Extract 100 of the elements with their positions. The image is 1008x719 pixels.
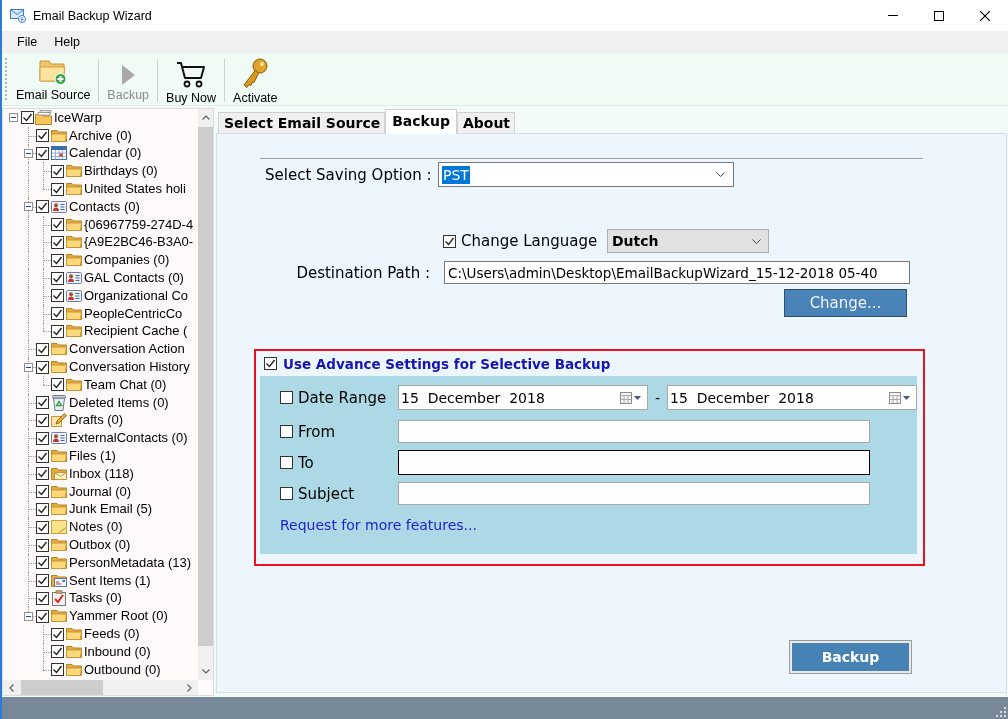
checkbox[interactable] <box>36 502 49 516</box>
scroll-left-icon[interactable] <box>9 683 14 692</box>
dropdown-caret-icon[interactable] <box>634 395 641 400</box>
toolbar-button[interactable]: Activate <box>229 53 282 106</box>
input-field[interactable] <box>398 482 870 505</box>
tree-item[interactable]: United States holi <box>84 181 186 198</box>
input-field[interactable] <box>398 420 870 443</box>
tree-item[interactable]: Feeds (0) <box>84 626 140 642</box>
tree-item[interactable]: Organizational Co <box>84 287 189 304</box>
tree-item[interactable]: Files (1) <box>69 448 116 465</box>
input-field[interactable] <box>398 450 870 475</box>
collapse-icon[interactable] <box>24 362 33 372</box>
checkbox[interactable] <box>51 627 64 641</box>
tab[interactable]: Backup <box>385 109 457 134</box>
checkbox[interactable] <box>36 556 49 570</box>
checkbox[interactable] <box>36 520 49 534</box>
scrollbar-thumb[interactable] <box>21 680 103 695</box>
checkbox[interactable] <box>51 663 64 677</box>
checkbox[interactable] <box>36 609 49 623</box>
tree-item[interactable]: Conversation Action <box>69 341 185 358</box>
checkbox[interactable] <box>280 487 293 500</box>
tree-item[interactable]: Contacts (0) <box>69 198 140 215</box>
menu-item[interactable]: Help <box>47 33 87 51</box>
checkbox[interactable] <box>51 324 64 338</box>
destination-path-field[interactable]: C:\Users\admin\Desktop\EmailBackupWizard_15-12-2018 05-40 <box>444 261 910 284</box>
toolbar-button[interactable]: Buy Now <box>162 53 221 106</box>
checkbox[interactable] <box>36 485 49 499</box>
checkbox[interactable] <box>51 182 64 196</box>
checkbox[interactable] <box>36 449 49 463</box>
checkbox[interactable] <box>51 164 64 178</box>
checkbox[interactable] <box>36 591 49 605</box>
tree-item[interactable]: GAL Contacts (0) <box>84 270 184 287</box>
checkbox[interactable] <box>51 645 64 659</box>
horizontal-scrollbar[interactable] <box>3 680 198 695</box>
checkbox[interactable] <box>51 289 64 303</box>
checkbox[interactable] <box>36 396 49 410</box>
tree-item[interactable]: PeopleCentricCo <box>84 305 183 322</box>
tree-item[interactable]: Calendar (0) <box>69 145 142 162</box>
resize-grip-icon[interactable] <box>996 707 1006 717</box>
tree-item[interactable]: Deleted Items (0) <box>69 394 169 411</box>
checkbox[interactable] <box>36 538 49 552</box>
scroll-up-icon[interactable] <box>201 115 210 120</box>
tree-item[interactable]: Conversation History <box>69 359 190 376</box>
toolbar-button[interactable]: Email Source <box>12 53 95 103</box>
date-picker[interactable]: 15 December 2018 <box>667 385 917 410</box>
saving-option-dropdown[interactable]: PST <box>438 162 734 187</box>
checkbox[interactable] <box>36 574 49 588</box>
tree-item[interactable]: ExternalContacts (0) <box>69 430 188 447</box>
collapse-icon[interactable] <box>24 149 33 158</box>
collapse-icon[interactable] <box>9 113 18 123</box>
tree-item[interactable]: Yammer Root (0) <box>69 608 168 625</box>
menu-item[interactable]: File <box>10 33 45 51</box>
tree-item[interactable]: Outbox (0) <box>69 537 131 553</box>
checkbox[interactable] <box>36 360 49 374</box>
checkbox[interactable] <box>280 391 293 404</box>
tree-item[interactable]: {A9E2BC46-B3A0- <box>84 234 194 251</box>
tab[interactable]: About <box>456 112 516 133</box>
tree-item[interactable]: Tasks (0) <box>69 590 122 607</box>
checkbox[interactable] <box>51 378 64 392</box>
tree-item[interactable]: {06967759-274D-4 <box>84 216 194 233</box>
tree-item[interactable]: Inbound (0) <box>84 643 151 660</box>
checkbox[interactable] <box>36 431 49 445</box>
checkbox[interactable] <box>51 235 64 249</box>
checkbox[interactable] <box>21 111 34 125</box>
change-button[interactable]: Change... <box>784 289 907 317</box>
checkbox[interactable] <box>36 467 49 481</box>
checkbox[interactable] <box>51 271 64 285</box>
checkbox[interactable] <box>51 218 64 232</box>
checkbox[interactable] <box>36 147 49 160</box>
tree-item[interactable]: IceWarp <box>54 109 102 126</box>
tree-item[interactable]: Birthdays (0) <box>84 163 158 180</box>
checkbox[interactable] <box>36 342 49 356</box>
tree-item[interactable]: Junk Email (5) <box>69 501 153 518</box>
calendar-icon[interactable] <box>889 391 901 404</box>
tree-item[interactable]: Inbox (118) <box>69 465 134 482</box>
tree-item[interactable]: Recipient Cache ( <box>84 323 188 340</box>
tab[interactable]: Select Email Source <box>218 112 386 133</box>
dropdown-caret-icon[interactable] <box>903 395 910 400</box>
checkbox[interactable] <box>264 357 277 370</box>
tree-item[interactable]: Drafts (0) <box>69 412 124 429</box>
tree-item[interactable]: Companies (0) <box>84 252 170 269</box>
tree-item[interactable]: Sent Items (1) <box>69 572 151 589</box>
tree-item[interactable]: Outbound (0) <box>84 661 161 678</box>
tree-item[interactable]: PersonMetadata (13) <box>69 554 192 571</box>
checkbox[interactable] <box>51 307 64 321</box>
language-dropdown[interactable]: Dutch <box>607 229 769 253</box>
tree-item[interactable]: Team Chat (0) <box>84 376 167 393</box>
collapse-icon[interactable] <box>24 611 33 621</box>
checkbox[interactable] <box>280 425 293 438</box>
checkbox[interactable] <box>443 234 456 248</box>
tree-item[interactable]: Notes (0) <box>69 519 123 536</box>
checkbox[interactable] <box>36 200 49 214</box>
scroll-right-icon[interactable] <box>187 683 192 692</box>
collapse-icon[interactable] <box>24 202 33 212</box>
checkbox[interactable] <box>51 253 64 267</box>
tree-item[interactable]: Archive (0) <box>69 127 132 144</box>
checkbox[interactable] <box>36 129 49 143</box>
checkbox[interactable] <box>36 413 49 427</box>
checkbox[interactable] <box>280 456 293 469</box>
backup-button[interactable]: Backup <box>789 640 912 674</box>
